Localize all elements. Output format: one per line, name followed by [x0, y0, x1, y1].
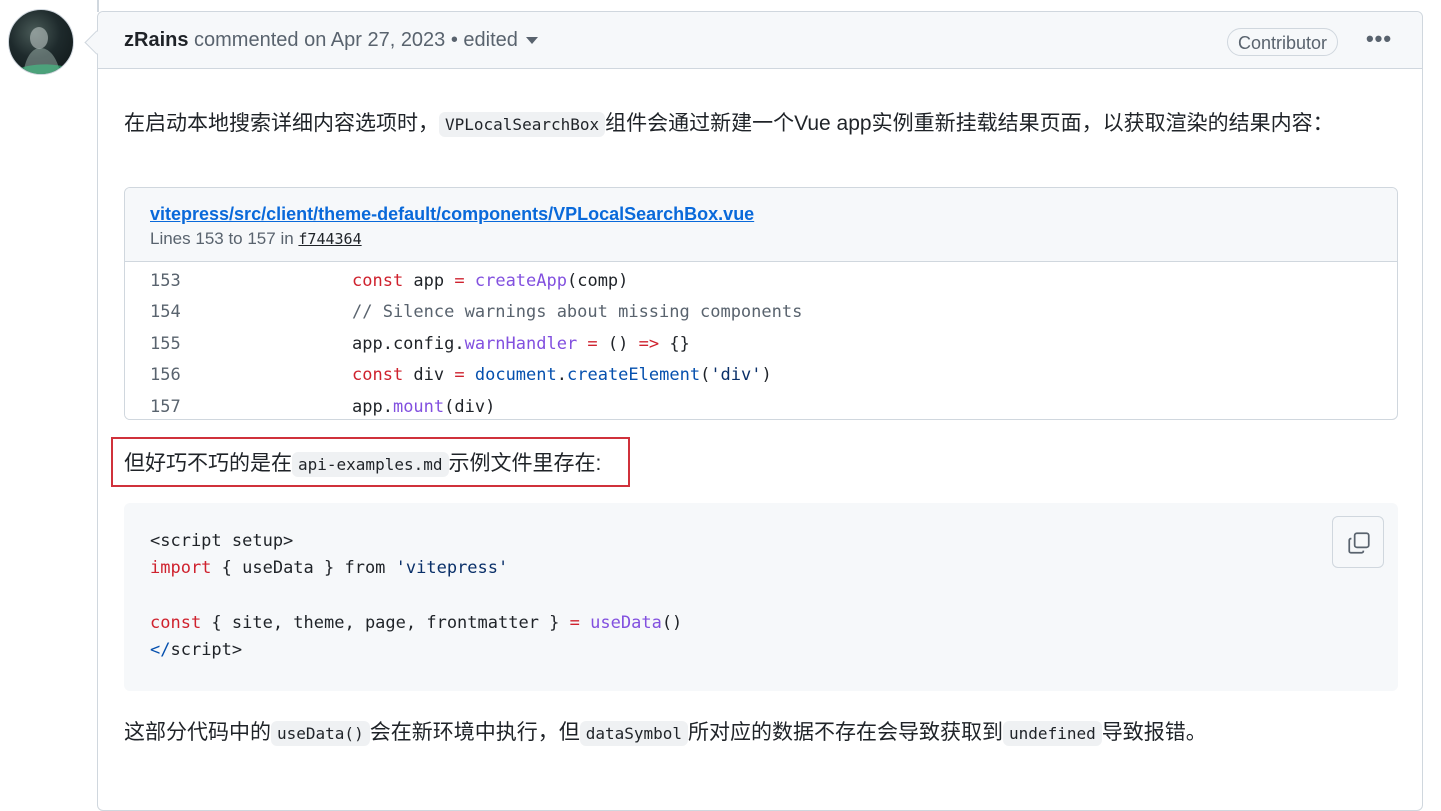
avatar-image-icon	[15, 27, 71, 74]
line-number[interactable]: 154	[125, 302, 208, 322]
comment-container: zRains commented on Apr 27, 2023 • edite…	[97, 11, 1423, 811]
para2-colon: :	[595, 452, 602, 475]
code-line: app.mount(div)	[352, 396, 496, 417]
copy-icon	[1348, 532, 1370, 554]
comment-paragraph-2: 但好巧不巧的是在 api-examples.md 示例文件里存在:	[124, 448, 601, 481]
para3-text-3: 所对应的数据不存在会导致获取到	[688, 721, 1004, 744]
code-row: 153 const app = createApp(comp)	[125, 265, 821, 297]
comment-author-link[interactable]: zRains	[124, 29, 188, 51]
contributor-badge: Contributor	[1227, 28, 1339, 56]
code-row: 155 app.config.warnHandler = () => {}	[125, 328, 821, 360]
para1-text-before: 在启动本地搜索详细内容选项时，	[124, 112, 439, 135]
timeline-line	[97, 0, 99, 12]
line-number[interactable]: 157	[125, 397, 208, 417]
code-snippet-text: <script setup> import { useData } from '…	[150, 531, 683, 661]
commit-sha-link[interactable]: f744364	[298, 230, 361, 248]
code-snippet-block: <script setup> import { useData } from '…	[124, 503, 1398, 691]
para1-text-after: 组件会通过新建一个Vue app实例重新挂载结果页面，以获取渲染的结果内容：	[605, 112, 1334, 135]
code-line: // Silence warnings about missing compon…	[352, 302, 803, 323]
para3-text-2: 会在新环境中执行，但	[369, 721, 580, 744]
code-row: 157 app.mount(div)	[125, 391, 821, 419]
comment-paragraph-3: 这部分代码中的 useData() 会在新环境中执行，但 dataSymbol 所对应的…	[124, 717, 1207, 750]
line-number[interactable]: 155	[125, 334, 208, 354]
code-permalink-embed: vitepress/src/client/theme-default/compo…	[124, 187, 1398, 420]
permalink-file-link[interactable]: vitepress/src/client/theme-default/compo…	[150, 203, 1397, 225]
line-number[interactable]: 156	[125, 365, 208, 385]
comment-meta[interactable]: commented on Apr 27, 2023 • edited	[188, 29, 518, 51]
comment-header: zRains commented on Apr 27, 2023 • edite…	[98, 12, 1422, 69]
code-row: 156 const div = document.createElement('…	[125, 360, 821, 392]
inline-code-usedata: useData()	[271, 721, 370, 746]
inline-code-datasymbol: dataSymbol	[579, 721, 689, 746]
lines-range-text: Lines 153 to 157 in	[150, 229, 299, 248]
code-line: const app = createApp(comp)	[352, 270, 629, 291]
permalink-header: vitepress/src/client/theme-default/compo…	[125, 188, 1397, 262]
permalink-lines-label: Lines 153 to 157 in f744364	[150, 227, 1397, 251]
para3-text-4: 导致报错。	[1101, 721, 1207, 744]
user-avatar[interactable]	[8, 9, 74, 75]
code-line: const div = document.createElement('div'…	[352, 365, 772, 386]
kebab-horizontal-icon[interactable]: •••	[1364, 28, 1394, 54]
para2-text-before: 但好巧不巧的是在	[124, 452, 292, 475]
para2-text-after: 示例文件里存在	[448, 452, 596, 475]
code-row: 154 // Silence warnings about missing co…	[125, 297, 821, 329]
permalink-code-table: 153 const app = createApp(comp) 154 // S…	[125, 262, 821, 419]
inline-code-api-examples: api-examples.md	[292, 452, 449, 477]
comment-header-text: zRains commented on Apr 27, 2023 • edite…	[124, 29, 538, 52]
line-number[interactable]: 153	[125, 271, 208, 291]
para3-text-1: 这部分代码中的	[124, 721, 271, 744]
inline-code-undefined: undefined	[1003, 721, 1102, 746]
copy-button[interactable]	[1332, 516, 1384, 568]
code-line: app.config.warnHandler = () => {}	[352, 333, 690, 354]
inline-code-vplocalsearchbox: VPLocalSearchBox	[439, 112, 606, 137]
comment-paragraph-1: 在启动本地搜索详细内容选项时， VPLocalSearchBox 组件会通过新建一个…	[124, 108, 1374, 141]
edited-dropdown-caret-icon[interactable]	[525, 37, 538, 45]
